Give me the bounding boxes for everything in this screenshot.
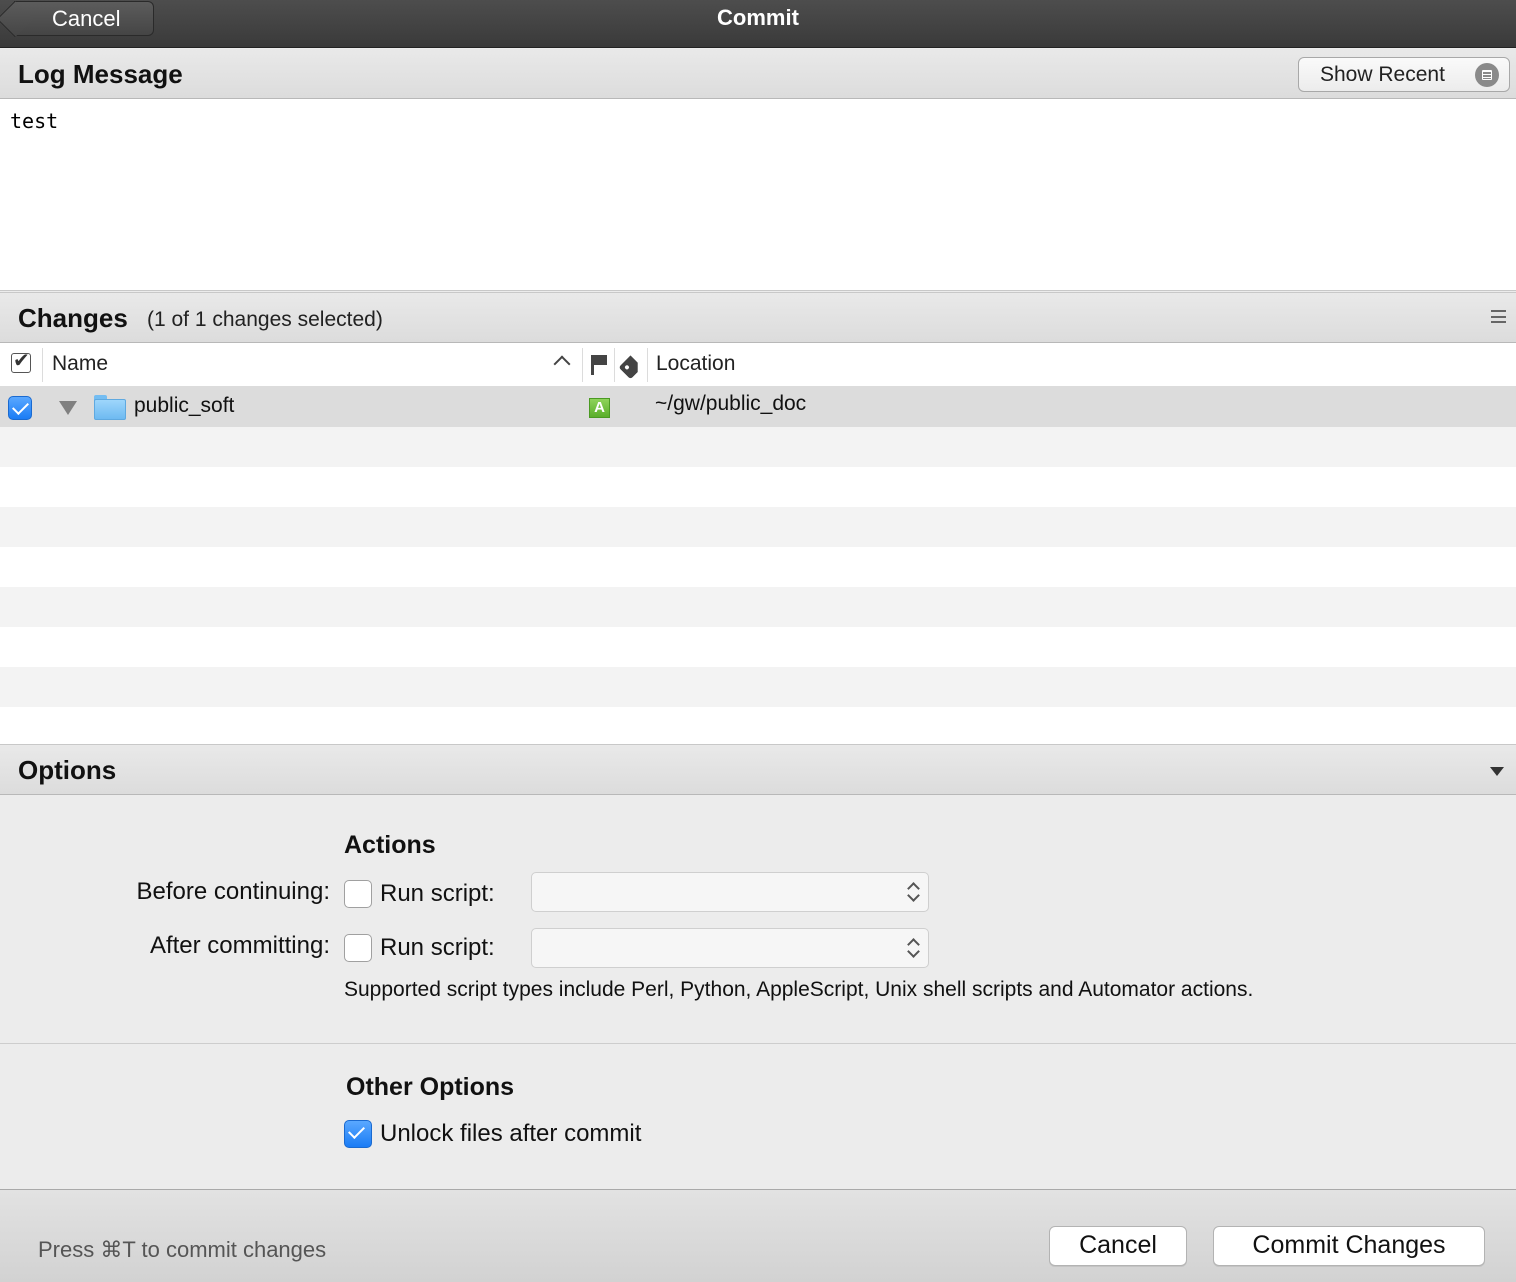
options-header[interactable]: Options [0,745,1516,795]
sort-ascending-icon[interactable] [553,355,571,373]
changes-header: Changes (1 of 1 changes selected) [0,292,1516,343]
cancel-button[interactable]: Cancel [1049,1226,1187,1266]
row-location: ~/gw/public_doc [655,392,807,415]
before-run-script-checkbox[interactable] [344,880,372,908]
log-message-title: Log Message [18,59,183,89]
row-name: public_soft [134,394,235,417]
tag-icon[interactable] [618,355,642,379]
column-header-name[interactable]: Name [52,352,108,376]
table-row[interactable]: public_soft A ~/gw/public_doc [0,387,1516,427]
changes-count: (1 of 1 changes selected) [147,308,383,331]
before-run-script-label: Run script: [380,880,495,907]
other-options-heading: Other Options [346,1073,515,1101]
unlock-files-checkbox[interactable] [344,1120,372,1148]
column-divider [42,348,43,382]
row-checkbox[interactable] [8,396,32,420]
collapse-triangle-icon[interactable] [1490,767,1504,776]
log-message-textarea[interactable]: test [0,99,1516,291]
list-icon [1475,63,1499,87]
commit-changes-button[interactable]: Commit Changes [1213,1226,1485,1266]
table-column-header: Name Location [0,343,1516,387]
after-committing-label: After committing: [149,932,330,959]
log-message-header: Log Message Show Recent [0,49,1516,99]
select-all-checkbox[interactable] [11,348,31,373]
menu-icon[interactable] [1491,310,1506,323]
options-divider [0,1043,1516,1044]
show-recent-button[interactable]: Show Recent [1298,57,1510,92]
changes-title: Changes [18,303,128,333]
script-types-hint: Supported script types include Perl, Pyt… [344,978,1254,1001]
after-script-select[interactable] [531,928,929,968]
column-divider [647,348,648,382]
after-run-script-checkbox[interactable] [344,934,372,962]
before-script-select[interactable] [531,872,929,912]
unlock-files-label: Unlock files after commit [380,1120,642,1147]
status-added-badge: A [589,398,610,418]
changes-list [0,387,1516,745]
after-run-script-label: Run script: [380,934,495,961]
footer-bar: Press ⌘T to commit changes Cancel Commit… [0,1189,1516,1282]
disclosure-triangle-icon[interactable] [59,401,77,415]
flag-icon[interactable] [591,355,607,375]
window-title: Commit [717,5,799,30]
folder-icon [94,395,126,420]
actions-heading: Actions [344,831,436,859]
column-divider [582,348,583,382]
column-header-location[interactable]: Location [656,352,735,376]
column-divider [614,348,615,382]
title-bar: Cancel Commit [0,0,1516,48]
options-title: Options [18,755,117,785]
keyboard-shortcut-hint: Press ⌘T to commit changes [38,1237,327,1262]
before-continuing-label: Before continuing: [136,878,330,905]
show-recent-label: Show Recent [1320,63,1445,86]
